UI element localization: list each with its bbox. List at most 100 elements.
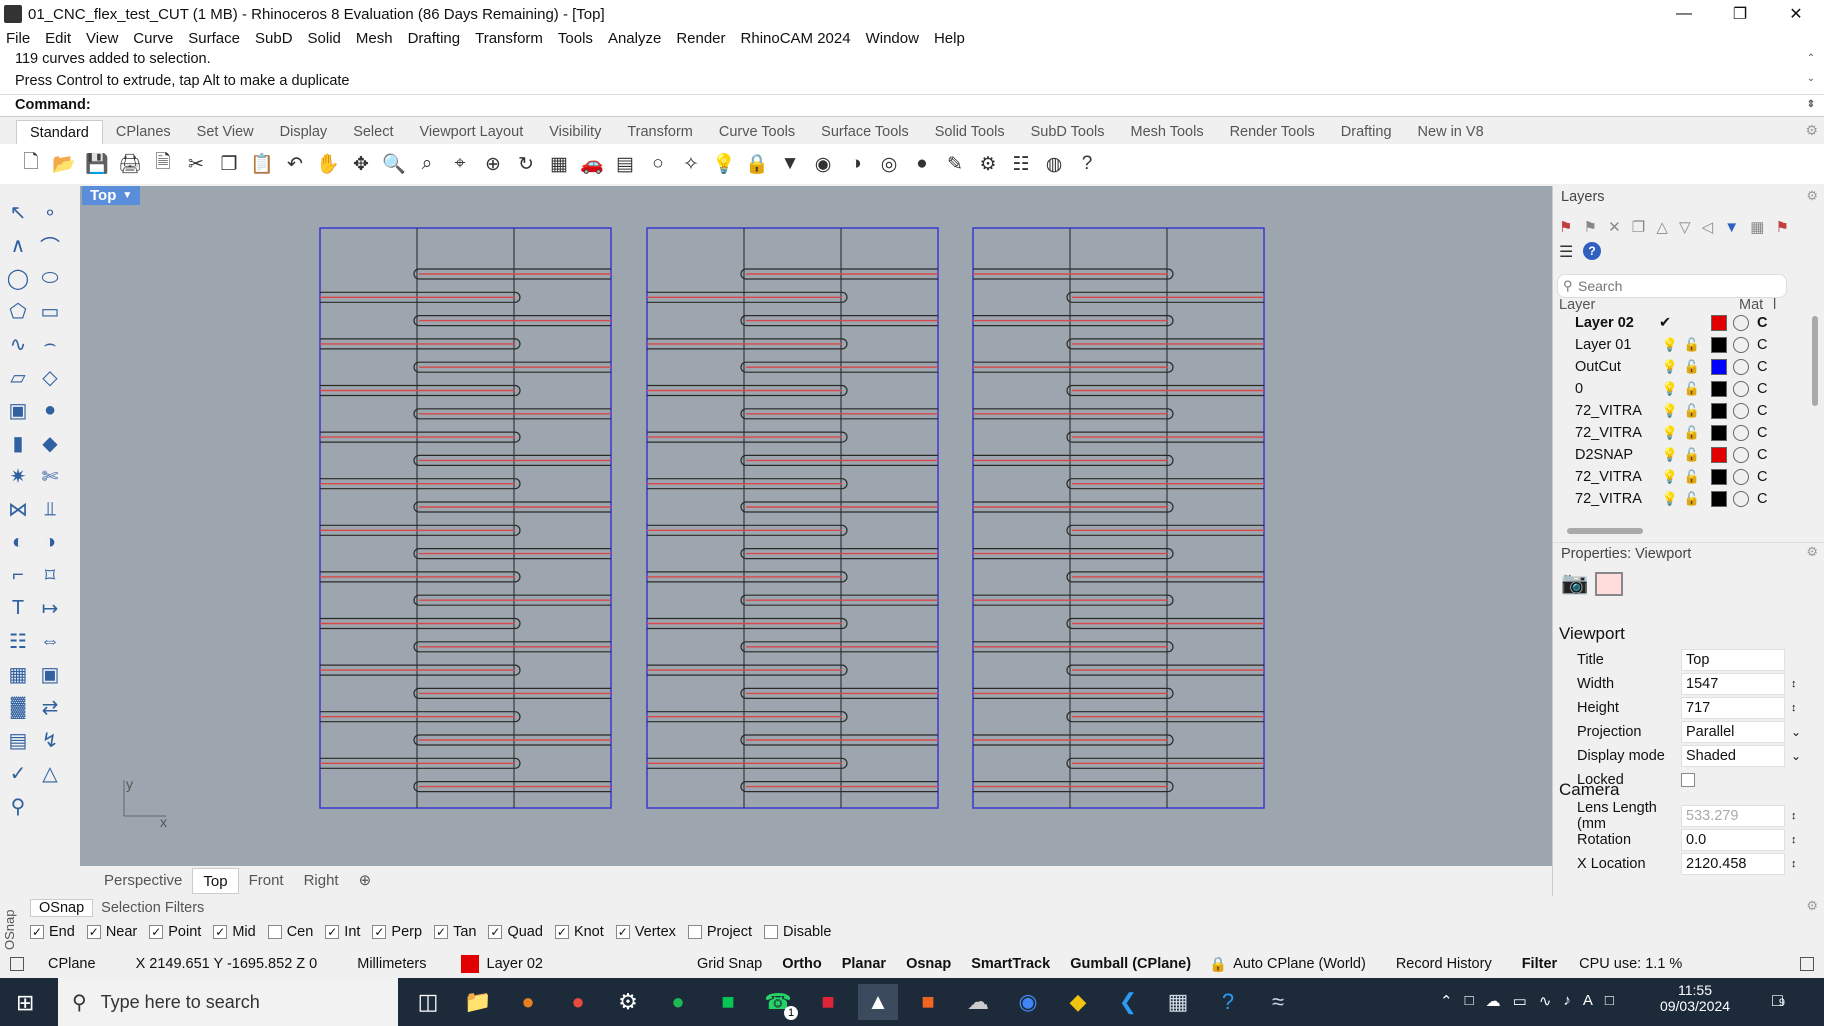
viewport-tab-front[interactable]: Front xyxy=(239,868,294,894)
layer-material-icon[interactable] xyxy=(1733,469,1749,485)
app-diamond-icon[interactable]: ◆ xyxy=(1058,984,1098,1020)
osnap-tab-osnap[interactable]: OSnap xyxy=(30,899,94,917)
viewport-tab-top[interactable]: Top xyxy=(192,868,239,894)
add-viewport-tab-icon[interactable]: ⊕ xyxy=(349,868,382,894)
layer-color-swatch[interactable] xyxy=(1711,469,1727,485)
brush-icon[interactable]: ✎ xyxy=(942,151,968,177)
chrome-icon[interactable]: ◉ xyxy=(1008,984,1048,1020)
windows-start-icon[interactable]: ⊞ xyxy=(16,990,34,1016)
onedrive-icon[interactable]: ☁ xyxy=(1486,992,1501,1010)
freeform-icon[interactable]: ∿ xyxy=(4,330,32,358)
cnc-panel[interactable] xyxy=(646,227,939,809)
menu-subd[interactable]: SubD xyxy=(255,30,293,47)
layer-material-icon[interactable] xyxy=(1733,425,1749,441)
layer-material-icon[interactable] xyxy=(1733,315,1749,331)
cylinder-icon[interactable]: ▮ xyxy=(4,429,32,457)
osnap-int[interactable]: ✓ Int xyxy=(325,924,360,940)
menu-edit[interactable]: Edit xyxy=(45,30,71,47)
layers-help-icon[interactable]: ? xyxy=(1583,242,1601,260)
layer-row[interactable]: 72_VITRA 💡 🔓 C xyxy=(1559,422,1795,444)
toolbar-tab-solid-tools[interactable]: Solid Tools xyxy=(922,120,1018,144)
menu-tools[interactable]: Tools xyxy=(558,30,593,47)
viewport-tab-right[interactable]: Right xyxy=(294,868,349,894)
toolbar-tab-transform[interactable]: Transform xyxy=(614,120,706,144)
menu-mesh[interactable]: Mesh xyxy=(356,30,393,47)
property-value[interactable]: 1547 xyxy=(1681,673,1785,695)
property-value[interactable]: 717 xyxy=(1681,697,1785,719)
status-layer-swatch[interactable] xyxy=(460,955,479,973)
mesh-icon[interactable]: △ xyxy=(36,759,64,787)
toolbar-tab-drafting[interactable]: Drafting xyxy=(1328,120,1405,144)
grid-array-icon[interactable]: ▓ xyxy=(4,693,32,721)
unlock-icon[interactable]: 🔓 xyxy=(1681,359,1703,375)
history-scroll-up-icon[interactable]: ⌃ xyxy=(1804,48,1818,70)
viewport-props-icon[interactable] xyxy=(1595,572,1623,596)
status-planar[interactable]: Planar xyxy=(842,956,886,972)
layer-tools-icon[interactable]: ⚑ xyxy=(1775,218,1788,236)
rotate-icon[interactable]: ↻ xyxy=(513,151,539,177)
osnap-checkbox[interactable]: ✓ xyxy=(372,925,387,939)
layer-color-swatch[interactable] xyxy=(1711,447,1727,463)
light-bulb-icon[interactable]: 💡 xyxy=(1659,469,1681,485)
light-bulb-icon[interactable]: 💡 xyxy=(1659,337,1681,353)
layout-icon[interactable]: ▤ xyxy=(612,151,638,177)
toolbar-tab-display[interactable]: Display xyxy=(267,120,341,144)
osnap-vertex[interactable]: ✓ Vertex xyxy=(615,924,676,940)
osnap-tan[interactable]: ✓ Tan xyxy=(434,924,476,940)
light-bulb-icon[interactable]: 💡 xyxy=(1659,447,1681,463)
status-osnap[interactable]: Osnap xyxy=(906,956,951,972)
layers-menu-icon[interactable]: ☰ xyxy=(1559,242,1573,262)
restore-button[interactable]: ❐ xyxy=(1712,0,1768,28)
menu-help[interactable]: Help xyxy=(934,30,965,47)
property-value[interactable]: 2120.458 xyxy=(1681,853,1785,875)
line-icon[interactable]: ■ xyxy=(708,984,748,1020)
move-down-icon[interactable]: ▽ xyxy=(1679,218,1691,236)
chevron-down-icon[interactable]: ⌄ xyxy=(1791,749,1801,763)
osnap-checkbox[interactable] xyxy=(687,925,702,939)
acrobat-icon[interactable]: ■ xyxy=(808,984,848,1020)
osnap-knot[interactable]: ✓ Knot xyxy=(554,924,604,940)
duplicate-layer-icon[interactable]: ❐ xyxy=(1632,218,1645,236)
collapse-icon[interactable]: ◁ xyxy=(1702,218,1714,236)
menu-transform[interactable]: Transform xyxy=(475,30,543,47)
osnap-checkbox[interactable]: ✓ xyxy=(213,925,228,939)
status-ortho[interactable]: Ortho xyxy=(782,956,821,972)
camera-icon[interactable]: 📷 xyxy=(1559,570,1591,596)
osnap-perp[interactable]: ✓ Perp xyxy=(372,924,422,940)
layer-material-icon[interactable] xyxy=(1733,491,1749,507)
layer-color-swatch[interactable] xyxy=(1711,381,1727,397)
shade-icon[interactable]: ◑ xyxy=(843,151,869,177)
file-explorer-icon[interactable]: 📁 xyxy=(458,984,498,1020)
cloud-app-icon[interactable]: ☁ xyxy=(958,984,998,1020)
status-smarttrack[interactable]: SmartTrack xyxy=(971,956,1050,972)
layers-hscroll[interactable] xyxy=(1567,528,1643,534)
move-up-icon[interactable]: △ xyxy=(1656,218,1668,236)
layer-color-swatch[interactable] xyxy=(1711,359,1727,375)
vscode-icon[interactable]: ❮ xyxy=(1108,984,1148,1020)
menu-solid[interactable]: Solid xyxy=(308,30,341,47)
light-bulb-icon[interactable]: 💡 xyxy=(1659,359,1681,375)
osnap-checkbox[interactable]: ✓ xyxy=(30,925,44,939)
layer-row[interactable]: 72_VITRA 💡 🔓 C xyxy=(1559,466,1795,488)
layer-color-swatch[interactable] xyxy=(1711,491,1727,507)
osnap-quad[interactable]: ✓ Quad xyxy=(488,924,543,940)
unlock-icon[interactable]: 🔓 xyxy=(1681,447,1703,463)
osnap-checkbox[interactable]: ✓ xyxy=(554,925,569,939)
toolbar-tab-render-tools[interactable]: Render Tools xyxy=(1217,120,1328,144)
unlock-icon[interactable]: 🔓 xyxy=(1681,491,1703,507)
clock[interactable]: 11:55 09/03/2024 xyxy=(1650,982,1740,1014)
globe-icon[interactable]: ◍ xyxy=(1041,151,1067,177)
osnap-near[interactable]: ✓ Near xyxy=(86,924,137,940)
check-icon[interactable]: ✓ xyxy=(4,759,32,787)
point-icon[interactable]: ○ xyxy=(645,151,671,177)
wifi-icon[interactable]: ∿ xyxy=(1539,992,1552,1010)
rectangle-icon[interactable]: ▭ xyxy=(36,297,64,325)
gear-icon[interactable]: ⚙ xyxy=(975,151,1001,177)
table-icon[interactable]: ▦ xyxy=(1750,218,1764,236)
status-panel-right-icon[interactable] xyxy=(1800,957,1814,971)
explode-icon[interactable]: ✷ xyxy=(4,462,32,490)
command-scroll-icon[interactable]: ⇕ xyxy=(1804,95,1818,115)
osnap-checkbox[interactable]: ✓ xyxy=(325,925,340,939)
paste-icon[interactable]: 📋 xyxy=(249,151,275,177)
layer-row[interactable]: Layer 02 ✔ C xyxy=(1559,312,1795,334)
